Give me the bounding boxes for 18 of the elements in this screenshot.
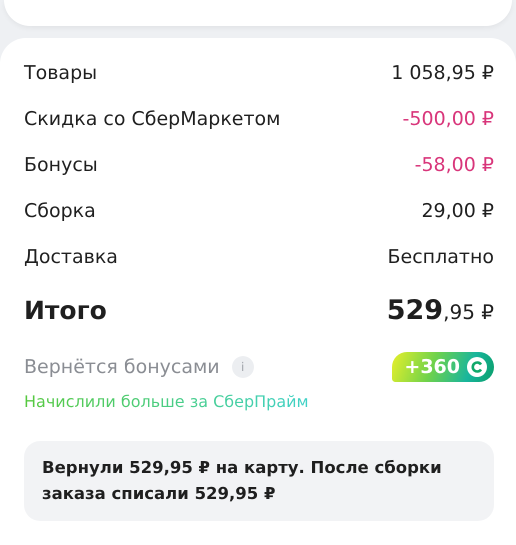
row-amount: -58,00 ₽: [414, 154, 494, 176]
row-amount: 1 058,95 ₽: [391, 62, 494, 84]
notice-text: Вернули 529,95 ₽ на карту. После сборки заказа списали 529,95 ₽: [42, 458, 442, 503]
bonus-label: Вернётся бонусами: [24, 356, 220, 378]
coin-icon: [466, 356, 488, 378]
total-label: Итого: [24, 296, 107, 324]
row-label: Доставка: [24, 246, 118, 268]
bonus-badge: +360: [392, 352, 494, 382]
prime-note: Начислили больше за СберПрайм: [24, 392, 309, 411]
total-amount: 529,95 ₽: [386, 294, 494, 326]
row-label: Скидка со СберМаркетом: [24, 108, 281, 130]
row-amount: 29,00 ₽: [421, 200, 494, 222]
info-icon[interactable]: i: [232, 356, 254, 378]
row-amount: Бесплатно: [388, 246, 494, 268]
row-label: Бонусы: [24, 154, 98, 176]
row-label: Сборка: [24, 200, 96, 222]
row-amount: -500,00 ₽: [402, 108, 494, 130]
row-label: Товары: [24, 62, 98, 84]
